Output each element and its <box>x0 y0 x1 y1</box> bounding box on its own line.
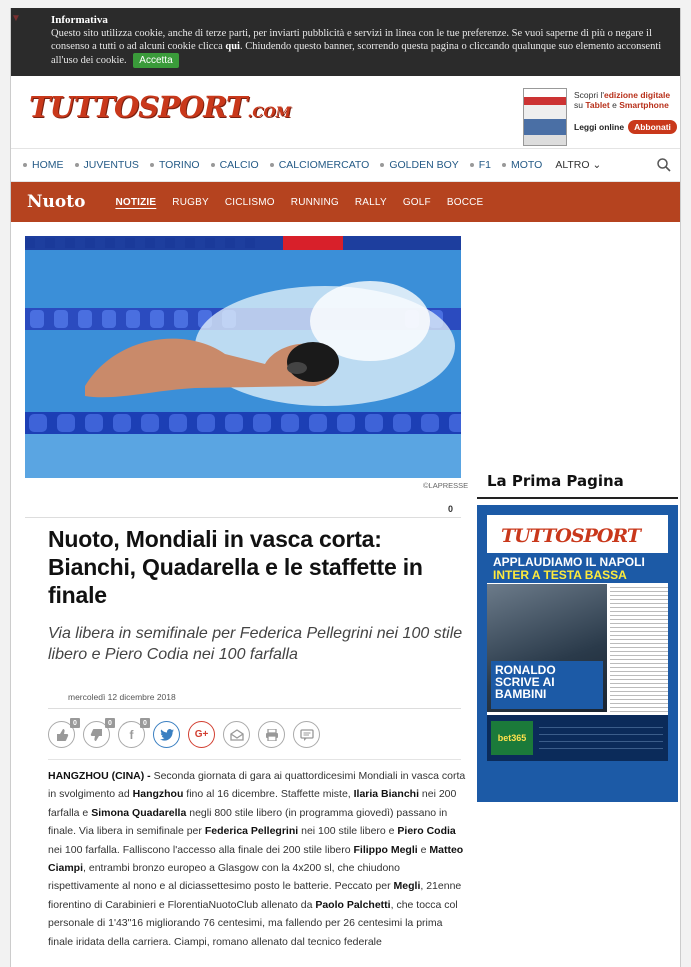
divider <box>25 517 461 518</box>
printer-icon <box>265 728 278 741</box>
cover-column <box>610 584 668 712</box>
facebook-count: 0 <box>140 718 150 728</box>
comment-button[interactable] <box>293 721 320 748</box>
tab-rugby[interactable]: RUGBY <box>172 197 209 208</box>
twitter-share-button[interactable] <box>153 721 180 748</box>
magazine-thumbnail[interactable] <box>523 88 567 146</box>
social-bar: 0 0 f 0 G+ <box>48 718 320 748</box>
divider <box>48 708 461 709</box>
digital-promo: Scopri l'edizione digitale su Tablet e S… <box>574 90 679 134</box>
nav-golden-boy[interactable]: GOLDEN BOY <box>380 159 458 171</box>
cover-page: TUTTOSPORT APPLAUDIAMO IL NAPOLI INTER A … <box>487 515 668 761</box>
leggi-online-link[interactable]: Leggi online <box>574 122 624 132</box>
tab-running[interactable]: RUNNING <box>291 197 339 208</box>
nav-altro-dropdown[interactable]: ALTRO ⌄ <box>555 159 601 171</box>
background-nav-ghost: ▼ <box>11 13 21 24</box>
article-subtitle: Via libera in semifinale per Federica Pe… <box>48 625 463 663</box>
promo-text: Scopri l'edizione digitale su Tablet e S… <box>574 90 671 110</box>
tab-ciclismo[interactable]: CICLISMO <box>225 197 275 208</box>
comment-icon <box>299 728 314 741</box>
print-button[interactable] <box>258 721 285 748</box>
hero-image <box>25 236 461 478</box>
cookie-banner: ▼ Informativa Questo sito utilizza cooki… <box>11 8 680 76</box>
thumbs-down-icon <box>90 728 102 741</box>
google-plus-share-button[interactable]: G+ <box>188 721 215 748</box>
search-icon[interactable] <box>656 157 672 173</box>
thumbs-up-icon <box>56 728 68 741</box>
cookie-text: Questo sito utilizza cookie, anche di te… <box>51 28 662 68</box>
cover-headline-top: APPLAUDIAMO IL NAPOLI INTER A TESTA BASSA <box>487 553 668 583</box>
dislike-count: 0 <box>105 718 115 728</box>
page: ▼ Informativa Questo sito utilizza cooki… <box>10 8 681 967</box>
like-count: 0 <box>70 718 80 728</box>
cover-odds-table <box>539 721 663 755</box>
front-page-cover[interactable]: TUTTOSPORT APPLAUDIAMO IL NAPOLI INTER A … <box>477 505 678 802</box>
cover-headline-main: RONALDO SCRIVE AI BAMBINI <box>491 661 603 709</box>
photo-credit: ©LAPRESSE <box>423 481 469 490</box>
tab-bocce[interactable]: BOCCE <box>447 197 484 208</box>
cover-bet-ad: bet365 <box>491 721 533 755</box>
divider <box>48 759 461 760</box>
site-logo[interactable]: TUTTOSPORT.COM <box>29 90 291 124</box>
nav-moto[interactable]: MOTO <box>502 159 542 171</box>
cookie-qui-link[interactable]: qui <box>225 41 240 52</box>
email-share-button[interactable] <box>223 721 250 748</box>
article-title: Nuoto, Mondiali in vasca corta: Bianchi,… <box>48 526 423 608</box>
dislike-button[interactable]: 0 <box>83 718 115 748</box>
like-button[interactable]: 0 <box>48 718 80 748</box>
article-date: mercoledì 12 dicembre 2018 <box>68 692 176 702</box>
main-nav: HOME JUVENTUS TORINO CALCIO CALCIOMERCAT… <box>11 148 680 182</box>
twitter-icon <box>159 728 174 741</box>
mail-icon <box>229 728 244 741</box>
nav-calciomercato[interactable]: CALCIOMERCATO <box>270 159 370 171</box>
facebook-icon: f <box>129 727 134 742</box>
nav-juventus[interactable]: JUVENTUS <box>75 159 139 171</box>
tab-notizie[interactable]: NOTIZIE <box>115 197 156 208</box>
google-plus-icon: G+ <box>194 729 209 740</box>
article-body: HANGZHOU (CINA) - Seconda giornata di ga… <box>48 770 466 948</box>
swimmer-photo <box>25 236 461 478</box>
tab-golf[interactable]: GOLF <box>403 197 431 208</box>
accept-button[interactable]: Accetta <box>133 53 179 68</box>
sidebar-title: La Prima Pagina <box>487 472 624 490</box>
nav-home[interactable]: HOME <box>23 159 64 171</box>
cover-logo: TUTTOSPORT <box>501 525 641 547</box>
abbonati-button[interactable]: Abbonati <box>628 120 677 134</box>
nav-calcio[interactable]: CALCIO <box>211 159 259 171</box>
nav-f1[interactable]: F1 <box>470 159 491 171</box>
section-nav: Nuoto NOTIZIE RUGBY CICLISMO RUNNING RAL… <box>11 182 680 222</box>
facebook-share-button[interactable]: f 0 <box>118 718 150 748</box>
section-title[interactable]: Nuoto <box>27 192 85 212</box>
comment-count[interactable]: 0 <box>448 504 453 514</box>
nav-torino[interactable]: TORINO <box>150 159 200 171</box>
divider <box>477 497 678 499</box>
tab-rally[interactable]: RALLY <box>355 197 387 208</box>
site-header: TUTTOSPORT.COM Scopri l'edizione digital… <box>11 76 680 148</box>
